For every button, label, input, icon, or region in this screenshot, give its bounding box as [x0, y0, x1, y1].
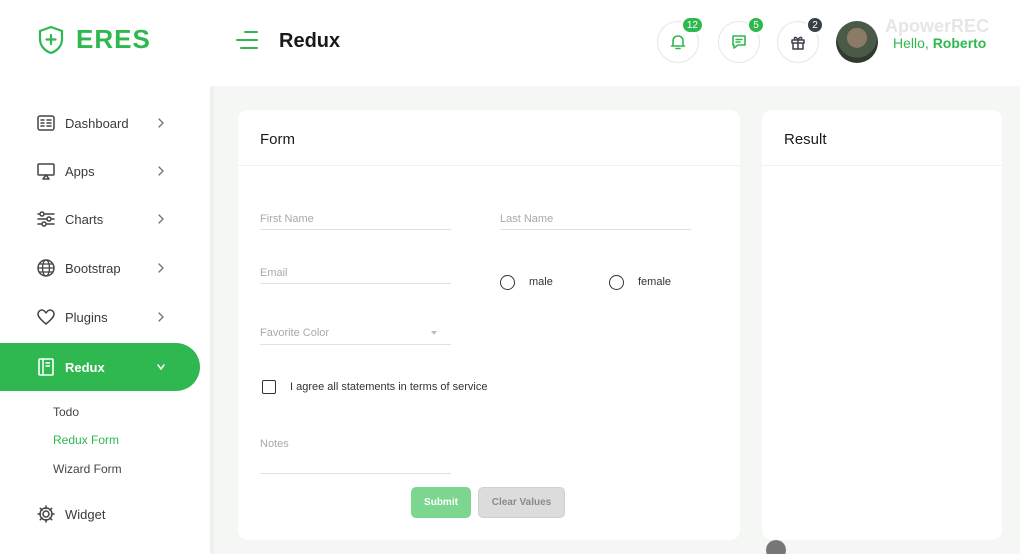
chevron-right-icon — [158, 312, 164, 322]
user-greeting[interactable]: Hello, Roberto — [893, 35, 986, 51]
hamburger-line — [240, 47, 258, 49]
first-name-input[interactable] — [260, 208, 451, 229]
sidebar-item-charts[interactable]: Charts — [0, 196, 200, 242]
notifications-badge: 12 — [680, 16, 704, 34]
gender-radio-male[interactable] — [500, 275, 515, 290]
agree-checkbox[interactable] — [262, 380, 276, 394]
card-divider — [238, 165, 740, 166]
gender-label-male: male — [529, 276, 553, 288]
email-input[interactable] — [260, 262, 451, 283]
sidebar-item-plugins[interactable]: Plugins — [0, 294, 200, 340]
chevron-down-icon — [157, 364, 165, 371]
card-divider — [762, 165, 1002, 166]
clear-values-button[interactable]: Clear Values — [478, 487, 565, 518]
dashboard-icon — [37, 115, 55, 131]
notes-field[interactable] — [260, 435, 451, 474]
sidebar-item-label: Dashboard — [65, 115, 129, 131]
chevron-right-icon — [158, 263, 164, 273]
messages-badge: 5 — [747, 16, 765, 34]
cursor-indicator — [766, 540, 786, 554]
favorite-color-value: Favorite Color — [260, 327, 330, 339]
sidebar-item-apps[interactable]: Apps — [0, 148, 200, 194]
sidebar-item-bootstrap[interactable]: Bootstrap — [0, 245, 200, 291]
form-card: Form male female Favorite Color I agree … — [238, 110, 740, 540]
chevron-right-icon — [158, 166, 164, 176]
heart-icon — [37, 309, 55, 325]
gift-icon — [791, 36, 805, 50]
sliders-icon — [37, 211, 55, 227]
sidebar-item-label: Bootstrap — [65, 260, 121, 276]
sidebar-item-label: Charts — [65, 211, 104, 227]
favorite-color-select[interactable]: Favorite Color — [260, 323, 451, 345]
result-card: Result — [762, 110, 1002, 540]
brand-name: ERES — [76, 24, 151, 54]
gear-icon — [37, 505, 55, 523]
brand-logo[interactable]: ERES — [38, 24, 151, 55]
email-field[interactable] — [260, 262, 451, 284]
sidebar-item-label: Redux — [65, 359, 105, 375]
gifts-badge: 2 — [806, 16, 824, 34]
menu-toggle-button[interactable] — [236, 31, 258, 51]
sidebar-item-dashboard[interactable]: Dashboard — [0, 100, 200, 146]
gender-radio-female[interactable] — [609, 275, 624, 290]
notes-textarea[interactable] — [260, 435, 451, 473]
sidebar-subitem-todo[interactable]: Todo — [53, 405, 79, 419]
agree-label: I agree all statements in terms of servi… — [290, 381, 488, 393]
notifications-button[interactable]: 12 — [657, 16, 704, 63]
hamburger-line — [236, 39, 258, 41]
sidebar-item-label: Apps — [65, 163, 95, 179]
bell-icon — [670, 35, 686, 50]
sidebar-subitem-redux-form[interactable]: Redux Form — [53, 433, 119, 447]
greeting-prefix: Hello, — [893, 35, 929, 51]
sidebar: Dashboard Apps Charts Bootstrap Plugins … — [0, 86, 210, 554]
sidebar-item-redux[interactable]: Redux — [0, 343, 200, 391]
sidebar-item-label: Plugins — [65, 309, 108, 325]
form-card-title: Form — [260, 131, 295, 148]
submit-button[interactable]: Submit — [411, 487, 471, 518]
first-name-field[interactable] — [260, 208, 451, 230]
last-name-field[interactable] — [500, 208, 691, 230]
user-avatar[interactable] — [836, 21, 878, 63]
sidebar-item-label: Widget — [65, 506, 106, 522]
result-card-title: Result — [784, 131, 827, 148]
sidebar-subitem-wizard-form[interactable]: Wizard Form — [53, 462, 122, 476]
recorder-watermark: ApowerREC — [885, 16, 990, 36]
book-icon — [38, 358, 54, 376]
user-name: Roberto — [932, 35, 987, 51]
hamburger-line — [244, 31, 258, 33]
chevron-right-icon — [158, 214, 164, 224]
caret-down-icon — [431, 331, 437, 335]
last-name-input[interactable] — [500, 208, 691, 229]
top-header: ERES Redux 12 5 2 ApowerREC Hello, Rober… — [0, 0, 1020, 86]
chevron-right-icon — [158, 118, 164, 128]
gifts-button[interactable]: 2 — [777, 16, 824, 63]
monitor-icon — [37, 163, 55, 180]
messages-button[interactable]: 5 — [718, 16, 765, 63]
sidebar-item-widget[interactable]: Widget — [0, 491, 200, 537]
globe-icon — [37, 259, 55, 277]
shield-icon — [38, 25, 64, 54]
gender-label-female: female — [638, 276, 672, 288]
page-title: Redux — [279, 30, 341, 52]
chat-icon — [732, 35, 746, 49]
